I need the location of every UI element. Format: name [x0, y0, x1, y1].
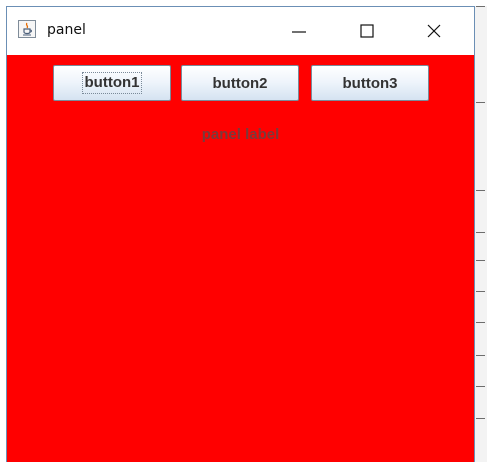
button-row: button1 button2 button3	[7, 65, 474, 103]
background-line	[476, 291, 485, 292]
button2[interactable]: button2	[181, 65, 299, 101]
window-title: panel	[47, 22, 86, 38]
java-cup-icon	[23, 22, 32, 36]
panel-label: panel label	[201, 126, 280, 143]
background-line	[476, 322, 485, 323]
background-line	[476, 418, 485, 419]
close-icon	[427, 24, 441, 38]
background-line	[476, 190, 485, 191]
maximize-icon	[360, 24, 374, 38]
button1-label: button1	[81, 72, 143, 94]
java-app-icon	[18, 20, 36, 38]
panel-window: panel button1 button2 button3 panel labe…	[6, 6, 475, 462]
background-window-edge	[475, 6, 487, 462]
maximize-button[interactable]	[344, 7, 390, 55]
background-line	[476, 6, 485, 7]
button3[interactable]: button3	[311, 65, 429, 101]
background-line	[476, 232, 485, 233]
background-line	[476, 386, 485, 387]
red-panel: button1 button2 button3 panel label	[7, 55, 474, 462]
background-line	[476, 102, 485, 103]
button2-label: button2	[212, 74, 268, 92]
button1[interactable]: button1	[53, 65, 171, 101]
minimize-icon	[292, 31, 306, 33]
background-line	[476, 355, 485, 356]
minimize-button[interactable]	[276, 7, 322, 55]
button3-label: button3	[342, 74, 398, 92]
close-button[interactable]	[411, 7, 457, 55]
background-line	[476, 260, 485, 261]
title-bar[interactable]: panel	[7, 7, 474, 55]
